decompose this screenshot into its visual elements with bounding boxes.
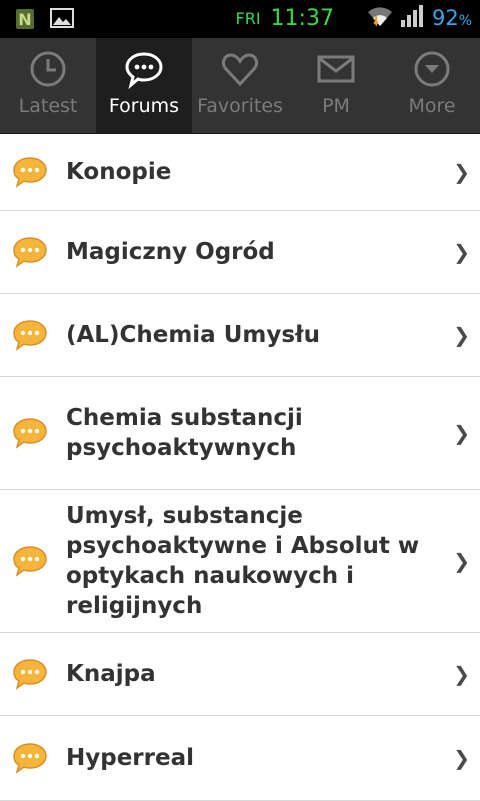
- tab-label: Forums: [108, 95, 180, 117]
- heart-icon: [222, 53, 258, 87]
- status-bar: N FRI 11:37 92%: [0, 0, 480, 38]
- chevron-right-icon: ❯: [453, 421, 470, 445]
- forum-title: Chemia substancji psychoaktywnych: [66, 405, 303, 461]
- tab-label: Favorites: [197, 95, 283, 117]
- tab-more[interactable]: More: [384, 38, 480, 133]
- notification-icon: N: [14, 6, 36, 34]
- forum-row[interactable]: Knajpa ❯: [0, 633, 480, 716]
- chevron-circle-icon: [414, 51, 450, 87]
- forum-title: Konopie: [66, 159, 172, 185]
- forum-row[interactable]: (AL)Chemia Umysłu ❯: [0, 294, 480, 377]
- forum-title: Knajpa: [66, 661, 156, 687]
- forum-row[interactable]: Chemia substancji psychoaktywnych ❯: [0, 377, 480, 490]
- speech-bubble-icon: [12, 545, 50, 577]
- chevron-right-icon: ❯: [453, 746, 470, 770]
- chat-bubble-icon: [125, 52, 163, 89]
- speech-bubble-icon: [12, 658, 50, 690]
- tab-label: Latest: [18, 95, 78, 117]
- forum-title: Magiczny Ogród: [66, 239, 275, 265]
- forum-row[interactable]: Konopie ❯: [0, 134, 480, 211]
- battery-level: 92%: [431, 6, 472, 30]
- forum-row[interactable]: Hyperreal ❯: [0, 716, 480, 801]
- status-time: 11:37: [270, 5, 334, 31]
- chevron-right-icon: ❯: [453, 323, 470, 347]
- wifi-icon: [366, 4, 394, 32]
- speech-bubble-icon: [12, 319, 50, 351]
- chevron-right-icon: ❯: [453, 160, 470, 184]
- forum-list: Konopie ❯ Magiczny Ogród ❯ (AL)Chemia Um…: [0, 134, 480, 801]
- chevron-right-icon: ❯: [453, 240, 470, 264]
- speech-bubble-icon: [12, 156, 50, 188]
- tab-bar: Latest Forums Favorites PM More: [0, 38, 480, 134]
- signal-icon: [400, 4, 426, 32]
- status-day: FRI: [235, 8, 261, 28]
- tab-favorites[interactable]: Favorites: [192, 38, 288, 133]
- svg-text:N: N: [18, 10, 31, 29]
- forum-row[interactable]: Umysł, substancje psychoaktywne i Absolu…: [0, 490, 480, 633]
- tab-label: More: [408, 95, 456, 117]
- forum-title: (AL)Chemia Umysłu: [66, 322, 320, 348]
- forum-title: Umysł, substancje psychoaktywne i Absolu…: [66, 503, 420, 619]
- tab-pm[interactable]: PM: [288, 38, 384, 133]
- forum-title: Hyperreal: [66, 745, 194, 771]
- speech-bubble-icon: [12, 742, 50, 774]
- tab-latest[interactable]: Latest: [0, 38, 96, 133]
- chevron-right-icon: ❯: [453, 662, 470, 686]
- chevron-right-icon: ❯: [453, 549, 470, 573]
- image-icon: [50, 7, 74, 33]
- clock-icon: [30, 51, 66, 87]
- tab-forums[interactable]: Forums: [96, 38, 192, 133]
- envelope-icon: [317, 55, 355, 83]
- tab-label: PM: [322, 95, 350, 117]
- forum-row[interactable]: Magiczny Ogród ❯: [0, 211, 480, 294]
- speech-bubble-icon: [12, 417, 50, 449]
- speech-bubble-icon: [12, 236, 50, 268]
